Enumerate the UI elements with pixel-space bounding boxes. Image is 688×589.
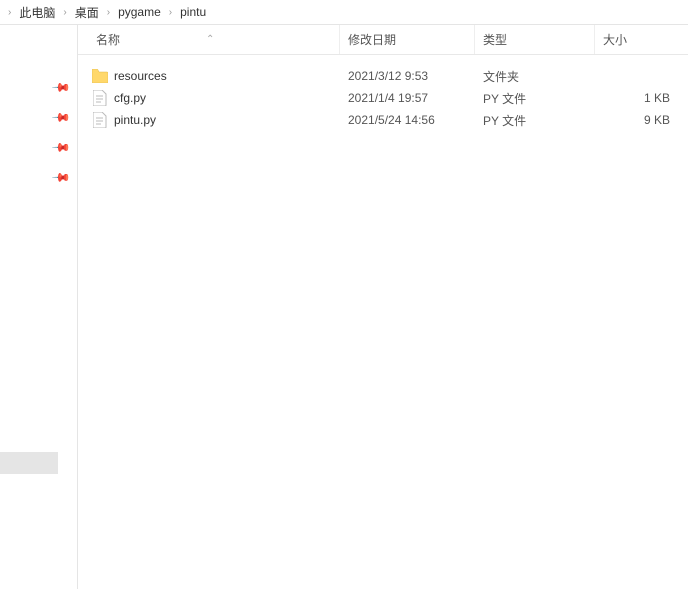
sort-ascending-icon: ⌃ <box>206 34 214 45</box>
cell-date: 2021/5/24 14:56 <box>340 113 475 127</box>
cell-date: 2021/1/4 19:57 <box>340 91 475 105</box>
breadcrumb-item[interactable]: pintu <box>176 3 210 21</box>
column-label: 大小 <box>603 31 627 48</box>
cell-type: 文件夹 <box>475 68 595 85</box>
file-icon <box>92 112 108 128</box>
pin-icon[interactable]: 📌 <box>53 108 70 125</box>
breadcrumb-item[interactable]: 此电脑 <box>15 2 59 23</box>
list-item[interactable]: pintu.py 2021/5/24 14:56 PY 文件 9 KB <box>78 109 688 131</box>
folder-icon <box>92 68 108 84</box>
column-headers: 名称 ⌃ 修改日期 类型 大小 <box>78 25 688 55</box>
chevron-right-icon: › <box>59 7 70 18</box>
pin-icon[interactable]: 📌 <box>53 78 70 95</box>
list-item[interactable]: cfg.py 2021/1/4 19:57 PY 文件 1 KB <box>78 87 688 109</box>
chevron-right-icon: › <box>4 7 15 18</box>
side-panel: 📌 📌 📌 📌 <box>0 25 78 589</box>
breadcrumb: › 此电脑 › 桌面 › pygame › pintu <box>0 0 688 25</box>
column-header-type[interactable]: 类型 <box>475 25 595 54</box>
cell-type: PY 文件 <box>475 112 595 129</box>
cell-type: PY 文件 <box>475 90 595 107</box>
cell-date: 2021/3/12 9:53 <box>340 69 475 83</box>
side-panel-item-selected[interactable] <box>0 452 58 474</box>
column-header-date[interactable]: 修改日期 <box>340 25 475 54</box>
quick-access-pins: 📌 📌 📌 📌 <box>55 80 67 182</box>
cell-size: 1 KB <box>595 91 688 105</box>
column-label: 名称 <box>96 31 120 48</box>
chevron-right-icon: › <box>103 7 114 18</box>
column-label: 类型 <box>483 31 507 48</box>
column-label: 修改日期 <box>348 31 396 48</box>
cell-name: resources <box>78 68 340 84</box>
breadcrumb-item[interactable]: pygame <box>114 3 165 21</box>
list-item[interactable]: resources 2021/3/12 9:53 文件夹 <box>78 65 688 87</box>
main-area: 📌 📌 📌 📌 名称 ⌃ 修改日期 类型 大小 <box>0 25 688 589</box>
file-name: resources <box>114 69 167 83</box>
content-panel: 名称 ⌃ 修改日期 类型 大小 reso <box>78 25 688 589</box>
cell-name: cfg.py <box>78 90 340 106</box>
breadcrumb-item[interactable]: 桌面 <box>71 2 103 23</box>
cell-size: 9 KB <box>595 113 688 127</box>
cell-name: pintu.py <box>78 112 340 128</box>
file-list: resources 2021/3/12 9:53 文件夹 cfg.py 2 <box>78 55 688 131</box>
pin-icon[interactable]: 📌 <box>53 168 70 185</box>
file-icon <box>92 90 108 106</box>
file-name: pintu.py <box>114 113 156 127</box>
file-name: cfg.py <box>114 91 146 105</box>
pin-icon[interactable]: 📌 <box>53 138 70 155</box>
column-header-size[interactable]: 大小 <box>595 25 688 54</box>
chevron-right-icon: › <box>165 7 176 18</box>
